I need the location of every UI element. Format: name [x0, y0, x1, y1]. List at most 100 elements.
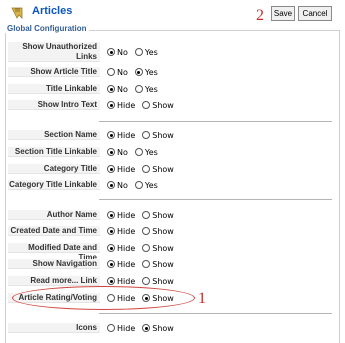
radio-label: Yes: [144, 68, 158, 77]
separator: [99, 121, 332, 122]
radio-button[interactable]: [142, 277, 151, 285]
radio-option-yes[interactable]: Yes: [134, 68, 158, 77]
radio-option-yes[interactable]: Yes: [134, 48, 158, 57]
radio-button[interactable]: [142, 244, 151, 252]
radio-label: Hide: [117, 244, 136, 253]
radio-button[interactable]: [142, 131, 151, 139]
radio-label: Hide: [117, 101, 136, 110]
cancel-button[interactable]: Cancel: [298, 6, 332, 21]
radio-option-show[interactable]: Show: [142, 324, 174, 333]
radio-option-hide[interactable]: Hide: [107, 244, 135, 253]
radio-group: Hide Show: [107, 211, 181, 220]
radio-group: Hide Show: [107, 260, 181, 269]
radio-option-no[interactable]: No: [107, 48, 128, 57]
radio-label: Show: [152, 277, 174, 286]
radio-button[interactable]: [107, 68, 115, 76]
radio-button[interactable]: [142, 101, 151, 109]
radio-button[interactable]: [134, 148, 143, 156]
radio-button[interactable]: [107, 148, 115, 156]
config-label: Show Article Title: [8, 67, 100, 77]
articles-icon: [10, 6, 24, 20]
radio-button[interactable]: [142, 227, 151, 235]
radio-group: Hide Show: [107, 165, 181, 174]
radio-button[interactable]: [107, 85, 115, 93]
radio-label: No: [117, 68, 128, 77]
radio-group: Hide Show: [107, 131, 181, 140]
config-label: Title Linkable: [8, 84, 100, 94]
radio-button[interactable]: [107, 181, 115, 189]
radio-option-show[interactable]: Show: [142, 227, 174, 236]
highlight-ellipse: [12, 286, 195, 310]
radio-group: Hide Show: [107, 227, 181, 236]
header: Articles 2 Save Cancel: [0, 0, 345, 26]
radio-option-show[interactable]: Show: [142, 260, 174, 269]
radio-button[interactable]: [107, 165, 115, 173]
radio-option-hide[interactable]: Hide: [107, 101, 135, 110]
radio-label: No: [117, 148, 128, 157]
radio-label: Show: [152, 101, 174, 110]
radio-group: No Yes: [107, 148, 165, 157]
radio-option-show[interactable]: Show: [142, 244, 174, 253]
annotation-2: 2: [256, 7, 264, 24]
radio-group: No Yes: [107, 181, 165, 190]
radio-label: Hide: [117, 211, 136, 220]
radio-option-hide[interactable]: Hide: [107, 227, 135, 236]
radio-button[interactable]: [142, 211, 151, 219]
radio-button[interactable]: [142, 260, 151, 268]
fieldset-legend: Global Configuration: [5, 24, 89, 33]
radio-label: Yes: [144, 85, 158, 94]
radio-button[interactable]: [134, 181, 143, 189]
radio-button[interactable]: [142, 324, 151, 332]
radio-button[interactable]: [134, 68, 143, 76]
radio-option-yes[interactable]: Yes: [134, 181, 158, 190]
radio-label: Yes: [144, 148, 158, 157]
radio-label: Hide: [117, 260, 136, 269]
radio-button[interactable]: [107, 227, 115, 235]
radio-option-yes[interactable]: Yes: [134, 85, 158, 94]
radio-option-hide[interactable]: Hide: [107, 165, 135, 174]
radio-button[interactable]: [107, 277, 115, 285]
radio-button[interactable]: [107, 101, 115, 109]
radio-button[interactable]: [107, 48, 115, 56]
radio-option-yes[interactable]: Yes: [134, 148, 158, 157]
radio-button[interactable]: [142, 165, 151, 173]
radio-option-hide[interactable]: Hide: [107, 131, 135, 140]
annotation-1: 1: [198, 290, 206, 307]
radio-option-no[interactable]: No: [107, 68, 128, 77]
radio-label: No: [117, 85, 128, 94]
config-label: Created Date and Time: [8, 226, 100, 236]
radio-option-show[interactable]: Show: [142, 211, 174, 220]
radio-option-show[interactable]: Show: [142, 101, 174, 110]
radio-label: Show: [152, 244, 174, 253]
radio-option-show[interactable]: Show: [142, 277, 174, 286]
radio-option-hide[interactable]: Hide: [107, 277, 135, 286]
radio-option-hide[interactable]: Hide: [107, 324, 135, 333]
radio-option-hide[interactable]: Hide: [107, 211, 135, 220]
radio-group: No Yes: [107, 85, 165, 94]
config-label: Modified Date and Time: [8, 243, 100, 262]
radio-button[interactable]: [107, 131, 115, 139]
radio-option-hide[interactable]: Hide: [107, 260, 135, 269]
radio-label: Yes: [144, 181, 158, 190]
radio-button[interactable]: [107, 324, 115, 332]
config-label: Category Title: [8, 164, 100, 174]
radio-option-no[interactable]: No: [107, 181, 128, 190]
radio-option-no[interactable]: No: [107, 85, 128, 94]
radio-label: Hide: [117, 165, 136, 174]
radio-label: Hide: [117, 131, 136, 140]
config-label: Show Unauthorized Links: [8, 42, 100, 62]
radio-option-show[interactable]: Show: [142, 131, 174, 140]
radio-button[interactable]: [134, 48, 143, 56]
radio-option-show[interactable]: Show: [142, 165, 174, 174]
save-button[interactable]: Save: [271, 6, 295, 21]
radio-label: Hide: [117, 277, 136, 286]
radio-button[interactable]: [134, 85, 143, 93]
radio-button[interactable]: [107, 211, 115, 219]
page-title: Articles: [32, 5, 73, 17]
radio-button[interactable]: [107, 260, 115, 268]
config-label: Category Title Linkable: [8, 180, 100, 190]
radio-button[interactable]: [107, 244, 115, 252]
config-label: Section Title Linkable: [8, 147, 100, 157]
radio-group: Hide Show: [107, 277, 181, 286]
radio-option-no[interactable]: No: [107, 148, 128, 157]
